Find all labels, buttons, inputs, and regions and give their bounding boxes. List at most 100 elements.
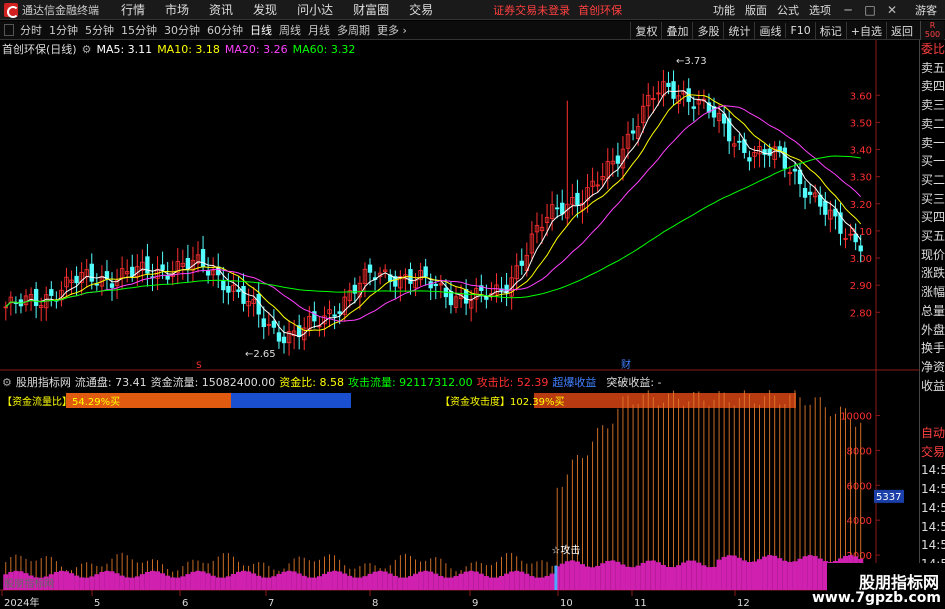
side-item[interactable]: 买二	[920, 171, 945, 190]
side-item[interactable]: 卖三	[920, 96, 945, 115]
side-item[interactable]: 卖一	[920, 134, 945, 153]
side-item[interactable]: 买一	[920, 152, 945, 171]
side-item[interactable]: 外盘	[920, 321, 945, 340]
side-item[interactable]: 总量	[920, 302, 945, 321]
candle-body	[337, 311, 342, 314]
f10-button[interactable]: F10	[785, 23, 814, 38]
side-item[interactable]: 卖二	[920, 115, 945, 134]
indicator-settings-icon[interactable]: ⚙	[2, 376, 12, 389]
ma5-label: MA5: 3.11	[96, 42, 153, 56]
candle-body	[109, 283, 115, 288]
menu-function[interactable]: 功能	[713, 2, 735, 18]
side-item[interactable]: 买三	[920, 190, 945, 209]
side-lower-item[interactable]: 14:56	[920, 536, 945, 555]
attack-ratio: 攻击比: 52.39	[476, 376, 549, 389]
period-toolbar: 分时 1分钟 5分钟 15分钟 30分钟 60分钟 日线 周线 月线 多周期 更…	[0, 21, 945, 40]
menu-news[interactable]: 资讯	[209, 1, 233, 18]
minimize-button[interactable]: ─	[837, 3, 859, 17]
stock-label: 首创环保(日线)	[2, 43, 77, 56]
side-panel: 委比 卖五 卖四 卖三 卖二 卖一 买一 买二 买三 买四 买五 现价 涨跌 涨幅 总量 外盘 换手 净资 收益 自…	[919, 40, 945, 609]
candle-body	[858, 245, 863, 252]
side-item[interactable]: 现价	[920, 246, 945, 265]
expand-icon[interactable]	[4, 24, 14, 36]
add-watchlist-button[interactable]: +自选	[845, 21, 886, 40]
menu-options[interactable]: 选项	[809, 2, 831, 18]
candle-body	[463, 289, 469, 304]
tab-multi-period[interactable]: 多周期	[337, 22, 370, 38]
side-item[interactable]: 换手	[920, 339, 945, 358]
multi-stock-button[interactable]: 多股	[692, 21, 723, 40]
candle-body	[205, 270, 211, 276]
menu-market[interactable]: 市场	[165, 1, 189, 18]
adjust-button[interactable]: 复权	[630, 21, 661, 40]
maximize-button[interactable]: □	[859, 3, 881, 17]
stats-button[interactable]: 统计	[723, 21, 754, 40]
price-tick-label: 3.40	[850, 146, 872, 157]
indicator-name[interactable]: 股朋指标网	[16, 374, 71, 390]
price-tick-label: 3.60	[850, 91, 872, 102]
side-lower-item[interactable]: 14:56	[920, 518, 945, 537]
side-lower-item[interactable]: 14:56	[920, 499, 945, 518]
tab-more[interactable]: 更多 ›	[377, 22, 407, 38]
guest-label[interactable]: 游客	[915, 2, 937, 18]
date-label: 7	[268, 598, 274, 609]
side-item[interactable]: 收益	[920, 377, 945, 396]
side-item[interactable]: 卖五	[920, 59, 945, 78]
menu-trade[interactable]: 交易	[409, 1, 433, 18]
tab-1min[interactable]: 1分钟	[49, 22, 78, 38]
tab-weekly[interactable]: 周线	[279, 22, 301, 38]
settings-icon[interactable]: ⚙	[82, 43, 92, 56]
side-item[interactable]: 买四	[920, 208, 945, 227]
tab-monthly[interactable]: 月线	[308, 22, 330, 38]
menu-bar: 通达信金融终端 行情 市场 资讯 发现 问小达 财富圈 交易 证券交易未登录 首…	[0, 0, 945, 20]
side-item[interactable]: 卖四	[920, 77, 945, 96]
bottom-left-label: 股朋指标网	[4, 577, 54, 590]
candle-body	[802, 187, 808, 198]
overlay-button[interactable]: 叠加	[661, 21, 692, 40]
chart-area[interactable]: 3.603.503.403.303.203.103.002.902.80←3.7…	[0, 40, 919, 609]
candle-body	[433, 283, 438, 287]
candle-body	[185, 257, 191, 270]
menu-layout[interactable]: 版面	[745, 2, 767, 18]
attack-marker-bar	[554, 565, 558, 590]
fund-flow-bar-sell	[231, 393, 351, 408]
login-status[interactable]: 证券交易未登录	[493, 2, 570, 18]
tab-60min[interactable]: 60分钟	[207, 22, 243, 38]
ma5-line	[5, 90, 862, 338]
side-item[interactable]: 委比	[920, 40, 945, 59]
candle-body	[236, 289, 241, 292]
side-item[interactable]: 涨跌	[920, 264, 945, 283]
side-item[interactable]: 净资	[920, 358, 945, 377]
close-button[interactable]: ✕	[881, 3, 903, 17]
side-lower-item[interactable]: 14:56	[920, 461, 945, 480]
tab-daily[interactable]: 日线	[250, 22, 272, 38]
tab-15min[interactable]: 15分钟	[121, 22, 157, 38]
back-button[interactable]: 返回	[886, 21, 917, 40]
candle-body	[49, 289, 54, 296]
candle-body	[74, 275, 79, 284]
menu-quotes[interactable]: 行情	[121, 1, 145, 18]
tab-30min[interactable]: 30分钟	[164, 22, 200, 38]
tab-timeshare[interactable]: 分时	[20, 22, 42, 38]
menu-wealth[interactable]: 财富圈	[353, 1, 389, 18]
tab-5min[interactable]: 5分钟	[85, 22, 114, 38]
side-item[interactable]: 涨幅	[920, 283, 945, 302]
candle-body	[747, 157, 752, 162]
candle-body	[261, 318, 266, 328]
side-lower-item[interactable]: 14:56	[920, 480, 945, 499]
menu-formula[interactable]: 公式	[777, 2, 799, 18]
side-tag[interactable]: R 500	[920, 21, 944, 40]
candle-body	[630, 130, 636, 134]
menu-discover[interactable]: 发现	[253, 1, 277, 18]
candle-body	[367, 264, 373, 273]
side-item[interactable]: 买五	[920, 227, 945, 246]
watermark-url: www.7gpzb.com	[811, 590, 941, 606]
draw-line-button[interactable]: 画线	[754, 21, 785, 40]
ma10-line	[5, 94, 862, 332]
side-lower-item[interactable]: 自动	[920, 424, 945, 443]
mark-button[interactable]: 标记	[814, 21, 846, 40]
side-lower-item[interactable]: 交易	[920, 443, 945, 462]
price-tick-label: 2.90	[850, 281, 872, 292]
candle-body	[281, 336, 287, 344]
menu-ask[interactable]: 问小达	[297, 1, 333, 18]
